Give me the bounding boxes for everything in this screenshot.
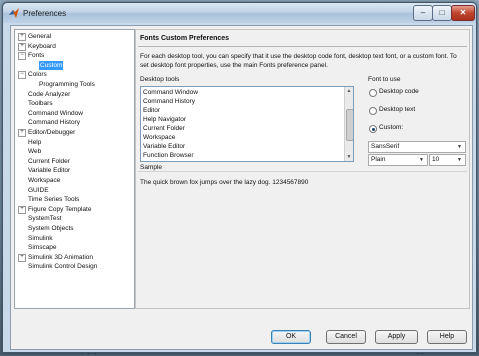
- custom-radio[interactable]: [369, 125, 377, 133]
- expand-icon[interactable]: +: [18, 42, 26, 51]
- tree-item-label: Colors: [28, 71, 47, 79]
- tree-item-label: Fonts: [28, 52, 45, 60]
- tree-item-label: Current Folder: [28, 157, 70, 165]
- tree-item-label: Custom: [39, 60, 64, 70]
- panel-title: Fonts Custom Preferences: [140, 35, 230, 42]
- tree-item-label: Code Analyzer: [28, 90, 71, 98]
- minimize-button[interactable]: –: [413, 5, 433, 21]
- tree-item-label: Toolbars: [28, 100, 53, 108]
- matlab-logo-icon: [9, 8, 19, 18]
- font-size-value: 10: [432, 156, 440, 163]
- tree-item-label: Workspace: [28, 177, 61, 184]
- title-bar[interactable]: Preferences – □ ✕: [3, 3, 476, 23]
- maximize-button[interactable]: □: [432, 5, 452, 21]
- tree-item-label: Time Series Tools: [28, 196, 80, 204]
- tree-item-label: Simulink Control Design: [28, 263, 98, 271]
- scroll-up-icon[interactable]: ▲: [345, 87, 353, 95]
- expand-icon[interactable]: +: [18, 253, 26, 262]
- tree-item-label: Editor/Debugger: [28, 129, 76, 136]
- tree-item-label: General: [28, 33, 52, 40]
- expand-icon[interactable]: +: [18, 33, 26, 41]
- preferences-window: Preferences – □ ✕ + General + Keyboard − Font…: [2, 2, 477, 353]
- window-title: Preferences: [23, 9, 67, 18]
- scroll-thumb[interactable]: [346, 109, 353, 141]
- fonts-custom-panel: Fonts Custom Preferences For each deskto…: [135, 29, 470, 309]
- tree-item-label: Simscape: [28, 244, 57, 252]
- list-item[interactable]: Function Browser: [143, 151, 194, 160]
- desktop-code-label: Desktop code: [379, 88, 419, 95]
- help-button[interactable]: Help: [427, 330, 467, 344]
- list-item[interactable]: Command History: [143, 97, 195, 106]
- sample-label: Sample: [140, 164, 163, 171]
- preferences-tree[interactable]: + General + Keyboard − Fonts Custom − Colors Prog…: [14, 29, 135, 309]
- tree-item-label: Programming Tools: [39, 81, 95, 88]
- tree-item-label: GUIDE: [28, 186, 49, 194]
- collapse-icon[interactable]: −: [18, 52, 26, 61]
- scroll-down-icon[interactable]: ▼: [345, 153, 353, 161]
- chevron-down-icon: ▼: [457, 157, 462, 163]
- chevron-down-icon: ▼: [419, 157, 424, 163]
- expand-icon[interactable]: +: [18, 205, 26, 214]
- tree-item-label: Web: [28, 148, 42, 156]
- tree-item-label: System Objects: [28, 225, 74, 232]
- list-item[interactable]: Variable Editor: [143, 142, 185, 151]
- list-item[interactable]: Help Navigator: [143, 115, 186, 124]
- tree-item-label: Keyboard: [28, 42, 56, 50]
- apply-button[interactable]: Apply: [375, 330, 418, 344]
- tree-item-label: Figure Copy Template: [28, 205, 92, 213]
- list-item[interactable]: Editor: [143, 106, 160, 115]
- dialog-body: + General + Keyboard − Fonts Custom − Colors Prog…: [10, 25, 473, 350]
- close-button[interactable]: ✕: [451, 5, 475, 21]
- list-item[interactable]: Command Window: [143, 88, 198, 97]
- desktop-code-radio[interactable]: [369, 89, 377, 97]
- ok-button[interactable]: OK: [271, 330, 311, 344]
- desktop-tools-list[interactable]: Function Browser Variable Editor Workspace…: [140, 86, 354, 162]
- collapse-icon[interactable]: −: [18, 71, 26, 80]
- list-scrollbar[interactable]: ▲ ▼: [344, 87, 353, 161]
- font-size-select[interactable]: 10 ▼: [429, 154, 466, 166]
- tree-item-label: Command Window: [28, 109, 83, 117]
- cancel-button[interactable]: Cancel: [326, 330, 366, 344]
- tree-item-label: Simulink: [28, 234, 53, 242]
- expand-icon[interactable]: +: [18, 129, 26, 137]
- tree-item-label: Command History: [28, 119, 81, 127]
- list-item[interactable]: Workspace: [143, 133, 175, 142]
- divider: [138, 171, 467, 172]
- desktop-text-radio[interactable]: [369, 107, 377, 115]
- custom-label: Custom:: [379, 124, 404, 131]
- tree-item-label: Simulink 3D Animation: [28, 253, 94, 261]
- desktop-text-label: Desktop text: [379, 106, 416, 113]
- panel-description: For each desktop tool, you can specify t…: [140, 53, 457, 69]
- font-name-value: SansSerif: [371, 143, 400, 150]
- font-to-use-label: Font to use: [368, 76, 401, 83]
- desktop-tools-label: Desktop tools: [140, 76, 180, 83]
- sample-text: The quick brown fox jumps over the lazy …: [140, 179, 309, 186]
- chevron-down-icon: ▼: [457, 144, 462, 150]
- divider: [138, 46, 467, 47]
- font-style-select[interactable]: Plain ▼: [368, 154, 428, 166]
- tree-item-label: Variable Editor: [28, 167, 71, 175]
- font-name-select[interactable]: SansSerif ▼: [368, 141, 466, 153]
- tree-item-label: Help: [28, 138, 42, 146]
- list-item[interactable]: Current Folder: [143, 124, 185, 133]
- font-style-value: Plain: [371, 156, 386, 163]
- tree-item-label: SystemTest: [28, 215, 62, 223]
